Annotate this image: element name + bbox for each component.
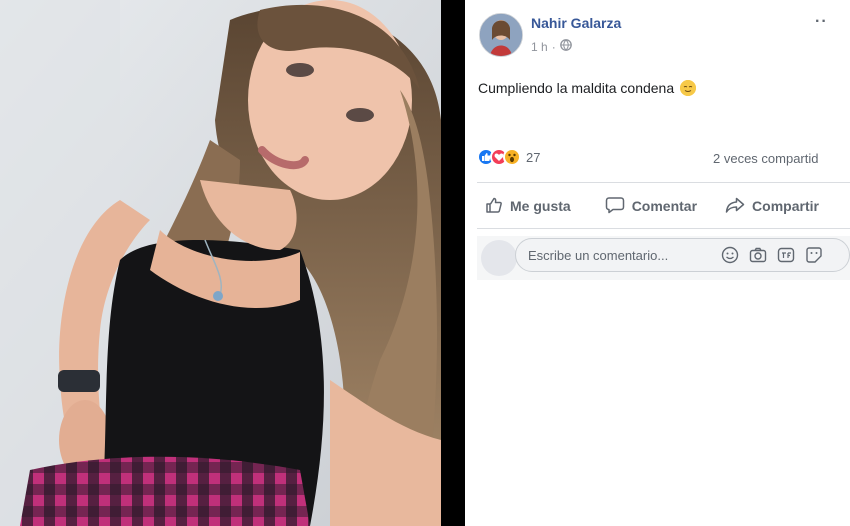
speech-bubble-icon xyxy=(605,196,625,217)
separator xyxy=(477,182,850,183)
post-text-content: Cumpliendo la maldita condena xyxy=(478,80,675,96)
sticker-icon[interactable] xyxy=(805,246,823,264)
post-photo[interactable] xyxy=(0,0,441,526)
photo-image xyxy=(0,0,441,526)
post-text: Cumpliendo la maldita condena xyxy=(478,80,697,96)
gif-icon[interactable] xyxy=(777,246,795,264)
wow-reaction-icon xyxy=(503,148,521,166)
comment-composer: Escribe un comentario... xyxy=(477,236,850,280)
reaction-count[interactable]: 27 xyxy=(526,150,540,165)
post-panel: Nahir Galarza 1 h · ·· Cumpliendo la mal… xyxy=(465,0,850,526)
smiley-icon xyxy=(680,80,697,96)
camera-icon[interactable] xyxy=(749,246,767,264)
comment-label: Comentar xyxy=(631,198,698,214)
separator xyxy=(477,228,850,229)
comment-placeholder: Escribe un comentario... xyxy=(528,248,669,263)
meta-dot: · xyxy=(551,39,556,54)
post-time[interactable]: 1 h xyxy=(531,40,548,54)
like-label: Me gusta xyxy=(510,198,571,214)
comment-tools xyxy=(721,246,823,264)
action-bar: Me gusta Comentar Compartir xyxy=(477,190,850,222)
shares-count[interactable]: 2 veces compartid xyxy=(713,151,819,166)
commenter-avatar xyxy=(481,240,517,276)
post-meta: 1 h · xyxy=(531,39,572,54)
share-label: Compartir xyxy=(752,198,819,214)
avatar-image xyxy=(480,14,522,56)
divider xyxy=(441,0,465,526)
globe-icon xyxy=(559,39,572,54)
emoji-icon[interactable] xyxy=(721,246,739,264)
author-name[interactable]: Nahir Galarza xyxy=(531,15,621,31)
comment-button[interactable]: Comentar xyxy=(605,196,697,217)
share-arrow-icon xyxy=(725,196,745,217)
share-button[interactable]: Compartir xyxy=(725,196,819,217)
comment-input[interactable]: Escribe un comentario... xyxy=(515,238,850,272)
reactions-summary[interactable]: 27 xyxy=(477,148,540,166)
more-options-button[interactable]: ·· xyxy=(815,13,828,31)
thumb-up-icon xyxy=(485,196,503,217)
avatar[interactable] xyxy=(479,13,523,57)
like-button[interactable]: Me gusta xyxy=(485,196,571,217)
